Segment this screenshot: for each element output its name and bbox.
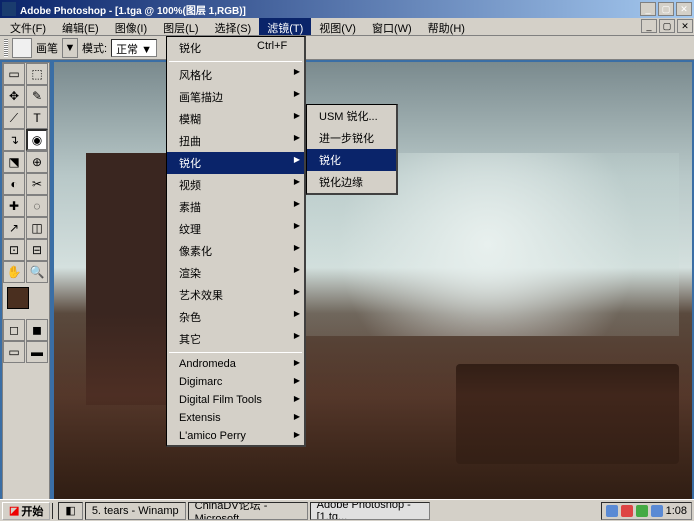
filter-artistic[interactable]: 艺术效果 [167, 284, 304, 306]
filter-pixelate[interactable]: 像素化 [167, 240, 304, 262]
app-icon [2, 2, 16, 16]
filter-sharpen[interactable]: 锐化 [167, 152, 304, 174]
app-titlebar: Adobe Photoshop - [1.tga @ 100%(图层 1,RGB… [0, 0, 694, 18]
tool-hand[interactable]: ✋ [3, 261, 25, 283]
tool-stamp[interactable]: ⬔ [3, 151, 25, 173]
tool-dodge[interactable]: ◌ [26, 195, 48, 217]
mode-select[interactable]: 正常 ▼ [111, 39, 157, 57]
filter-digitalfilm[interactable]: Digital Film Tools [167, 391, 304, 409]
filter-distort[interactable]: 扭曲 [167, 130, 304, 152]
grip-icon[interactable] [4, 39, 8, 57]
menu-separator [169, 352, 302, 353]
filter-lamico[interactable]: L'amico Perry [167, 427, 304, 445]
quicklaunch-icon[interactable]: ◧ [58, 502, 82, 520]
options-bar: 画笔 ▼ 模式: 正常 ▼ [0, 36, 694, 60]
tool-eraser[interactable]: ◐ [3, 173, 25, 195]
filter-brushstrokes[interactable]: 画笔描边 [167, 86, 304, 108]
submenu-usm[interactable]: USM 锐化... [307, 105, 396, 127]
tool-pen[interactable]: ⊡ [3, 239, 25, 261]
tool-move[interactable]: ⬚ [26, 63, 48, 85]
task-photoshop[interactable]: Adobe Photoshop - [1.tg... [310, 502, 430, 520]
doc-window-controls: _ ▢ ✕ [640, 18, 694, 35]
image-region [456, 364, 679, 465]
menu-file[interactable]: 文件(F) [2, 18, 54, 35]
maximize-button[interactable]: ▢ [658, 2, 674, 16]
taskbar: ◪ 开始 ◧ 5. tears - Winamp ChinaDV论坛 - Mic… [0, 499, 694, 521]
menubar: 文件(F) 编辑(E) 图像(I) 图层(L) 选择(S) 滤镜(T) 视图(V… [0, 18, 694, 36]
tool-history[interactable]: ⊕ [26, 151, 48, 173]
tool-brush[interactable]: ◉ [26, 129, 48, 151]
menu-layer[interactable]: 图层(L) [155, 18, 206, 35]
tray-icon[interactable] [636, 505, 648, 517]
tool-shape[interactable]: ⊟ [26, 239, 48, 261]
brush-label: 画笔 [36, 40, 58, 56]
doc-close-button[interactable]: ✕ [677, 19, 693, 33]
filter-menu: 锐化 Ctrl+F 风格化 画笔描边 模糊 扭曲 锐化 视频 素描 纹理 像素化… [166, 36, 306, 447]
menu-select[interactable]: 选择(S) [207, 18, 260, 35]
tray-icon[interactable] [621, 505, 633, 517]
start-button[interactable]: ◪ 开始 [2, 502, 50, 520]
task-winamp[interactable]: 5. tears - Winamp [85, 502, 186, 520]
tool-marquee[interactable]: ▭ [3, 63, 25, 85]
submenu-sharpen[interactable]: 锐化 [307, 149, 396, 171]
clock[interactable]: 1:08 [666, 505, 687, 517]
close-button[interactable]: ✕ [676, 2, 692, 16]
menu-help[interactable]: 帮助(H) [420, 18, 473, 35]
menu-separator [169, 61, 302, 62]
filter-last[interactable]: 锐化 Ctrl+F [167, 37, 304, 59]
screen-mode-2[interactable]: ▬ [26, 341, 48, 363]
filter-video[interactable]: 视频 [167, 174, 304, 196]
filter-other[interactable]: 其它 [167, 328, 304, 350]
mode-label: 模式: [82, 40, 107, 56]
filter-digimarc[interactable]: Digimarc [167, 373, 304, 391]
filter-andromeda[interactable]: Andromeda [167, 355, 304, 373]
tool-zoom[interactable]: 🔍 [26, 261, 48, 283]
filter-sketch[interactable]: 素描 [167, 196, 304, 218]
taskbar-separator [52, 503, 54, 519]
submenu-sharpen-more[interactable]: 进一步锐化 [307, 127, 396, 149]
minimize-button[interactable]: _ [640, 2, 656, 16]
tool-lasso[interactable]: ✥ [3, 85, 25, 107]
tool-wand[interactable]: ✎ [26, 85, 48, 107]
menu-image[interactable]: 图像(I) [107, 18, 155, 35]
brush-preview-icon[interactable] [12, 38, 32, 58]
filter-extensis[interactable]: Extensis [167, 409, 304, 427]
task-ie[interactable]: ChinaDV论坛 - Microsoft... [188, 502, 308, 520]
filter-texture[interactable]: 纹理 [167, 218, 304, 240]
tool-heal[interactable]: ↴ [3, 129, 25, 151]
sharpen-submenu: USM 锐化... 进一步锐化 锐化 锐化边缘 [306, 104, 398, 195]
screen-mode-1[interactable]: ▭ [3, 341, 25, 363]
doc-minimize-button[interactable]: _ [641, 19, 657, 33]
doc-restore-button[interactable]: ▢ [659, 19, 675, 33]
foreground-color-swatch[interactable] [7, 287, 29, 309]
quickmask-modes: ◻ ◼ ▭ ▬ [3, 319, 49, 363]
filter-render[interactable]: 渲染 [167, 262, 304, 284]
brush-dropdown[interactable]: ▼ [62, 38, 78, 58]
quickmask-mode-button[interactable]: ◼ [26, 319, 48, 341]
tool-type[interactable]: ◫ [26, 217, 48, 239]
color-swatches [3, 283, 49, 319]
system-tray: 1:08 [601, 502, 692, 520]
menu-window[interactable]: 窗口(W) [364, 18, 420, 35]
submenu-sharpen-edges[interactable]: 锐化边缘 [307, 171, 396, 193]
menu-filter[interactable]: 滤镜(T) [259, 18, 311, 35]
filter-noise[interactable]: 杂色 [167, 306, 304, 328]
standard-mode-button[interactable]: ◻ [3, 319, 25, 341]
filter-blur[interactable]: 模糊 [167, 108, 304, 130]
filter-stylize[interactable]: 风格化 [167, 64, 304, 86]
tool-grid: ▭ ⬚ ✥ ✎ ⟋ T ↴ ◉ ⬔ ⊕ ◐ ✂ ✚ ◌ ↗ ◫ ⊡ ⊟ ✋ 🔍 [3, 63, 49, 283]
windows-icon: ◪ [9, 504, 19, 517]
tool-blur[interactable]: ✚ [3, 195, 25, 217]
menu-view[interactable]: 视图(V) [311, 18, 364, 35]
menu-edit[interactable]: 编辑(E) [54, 18, 107, 35]
tool-gradient[interactable]: ✂ [26, 173, 48, 195]
tray-icon[interactable] [606, 505, 618, 517]
tool-path[interactable]: ↗ [3, 217, 25, 239]
app-title: Adobe Photoshop - [1.tga @ 100%(图层 1,RGB… [20, 2, 638, 17]
tool-slice[interactable]: T [26, 107, 48, 129]
tray-icon[interactable] [651, 505, 663, 517]
tool-crop[interactable]: ⟋ [3, 107, 25, 129]
toolbox: ▭ ⬚ ✥ ✎ ⟋ T ↴ ◉ ⬔ ⊕ ◐ ✂ ✚ ◌ ↗ ◫ ⊡ ⊟ ✋ 🔍 … [2, 62, 50, 519]
